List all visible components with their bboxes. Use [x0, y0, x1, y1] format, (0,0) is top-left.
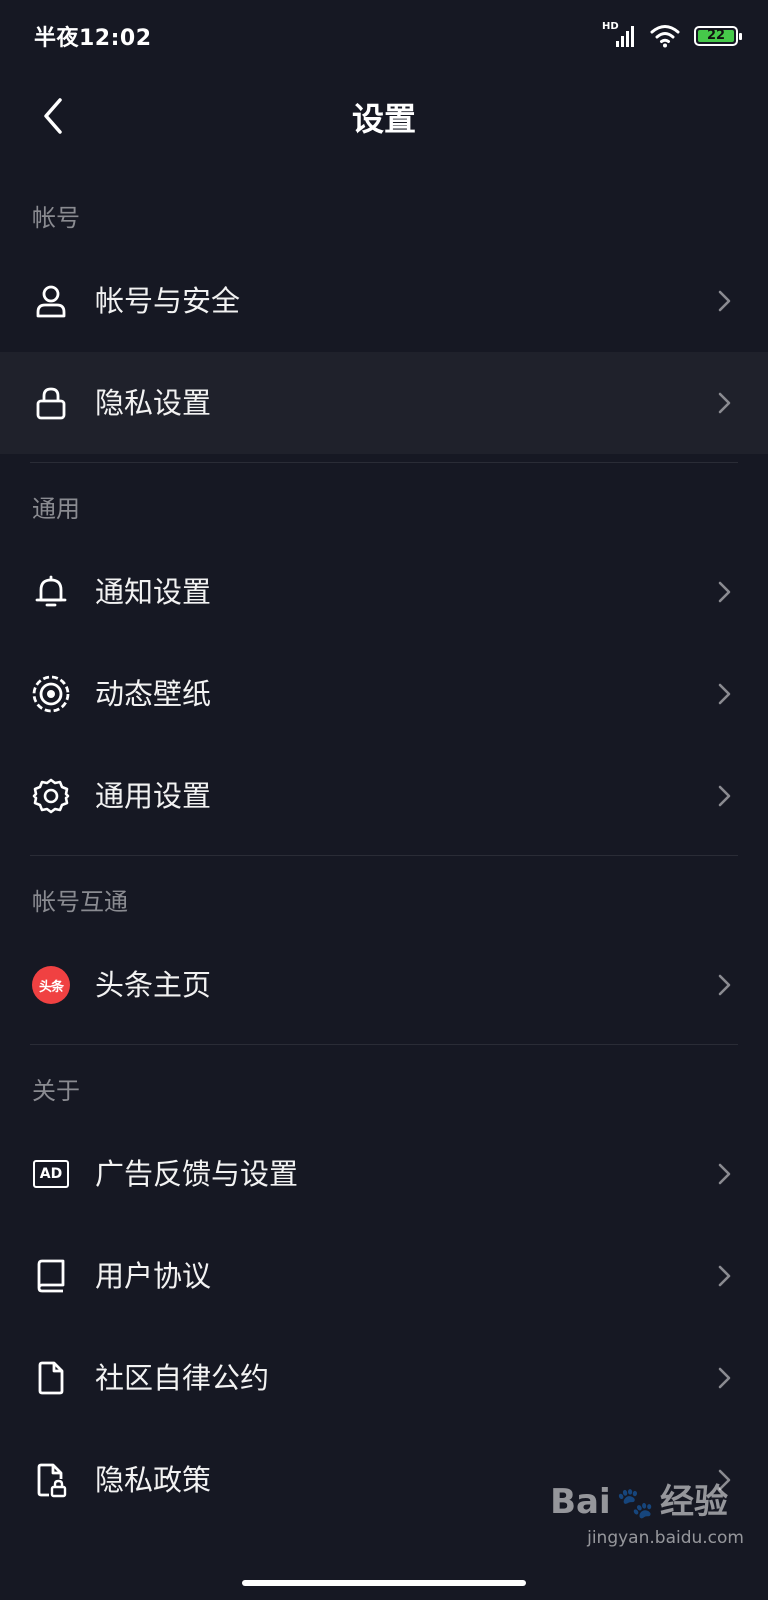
settings-item-general-settings[interactable]: 通用设置	[0, 745, 768, 847]
settings-item-label: 通知设置	[95, 575, 212, 609]
section-divider	[30, 855, 738, 856]
settings-item-label: 隐私设置	[95, 386, 212, 420]
settings-item-user-agreement[interactable]: 用户协议	[0, 1225, 768, 1327]
settings-item-live-wallpaper[interactable]: 动态壁纸	[0, 643, 768, 745]
bell-icon	[31, 572, 71, 612]
settings-item-label: 广告反馈与设置	[95, 1157, 299, 1191]
settings-item-label: 动态壁纸	[95, 677, 212, 711]
chevron-right-icon	[718, 290, 731, 312]
status-time: 半夜12:02	[34, 26, 152, 51]
target-icon	[31, 674, 71, 714]
settings-item-toutiao-homepage[interactable]: 头条 头条主页	[0, 934, 768, 1036]
ad-icon-text: AD	[33, 1160, 69, 1188]
status-icons: HD 22	[602, 21, 742, 50]
section-divider	[30, 1044, 738, 1045]
watermark-brand: Bai	[550, 1482, 611, 1522]
home-indicator[interactable]	[242, 1580, 526, 1586]
chevron-right-icon	[718, 581, 731, 603]
settings-list: 帐号 帐号与安全 隐私设置 通用 通知设置 动态壁纸 通用设置 帐号互通 头条 …	[0, 186, 768, 1531]
paw-icon: 🐾	[616, 1486, 654, 1521]
lock-icon	[31, 383, 71, 423]
privacy-document-icon	[31, 1460, 71, 1500]
book-icon	[31, 1256, 71, 1296]
settings-item-label: 帐号与安全	[95, 284, 241, 318]
settings-item-label: 头条主页	[95, 968, 212, 1002]
section-title-account: 帐号	[32, 204, 80, 232]
settings-item-label: 通用设置	[95, 779, 212, 813]
chevron-right-icon	[718, 1367, 731, 1389]
settings-item-label: 社区自律公约	[95, 1361, 270, 1395]
signal-icon: HD	[602, 21, 636, 49]
settings-item-label: 用户协议	[95, 1259, 212, 1293]
settings-item-account-security[interactable]: 帐号与安全	[0, 250, 768, 352]
nav-bar: 设置	[0, 72, 768, 162]
section-title-general: 通用	[32, 495, 80, 523]
chevron-right-icon	[718, 974, 731, 996]
settings-item-privacy-settings[interactable]: 隐私设置	[0, 352, 768, 454]
section-title-account-linking: 帐号互通	[32, 888, 128, 916]
settings-item-notifications[interactable]: 通知设置	[0, 541, 768, 643]
page-title: 设置	[351, 100, 416, 138]
settings-item-label: 隐私政策	[95, 1463, 212, 1497]
user-icon	[31, 281, 71, 321]
settings-item-ad-feedback[interactable]: AD 广告反馈与设置	[0, 1123, 768, 1225]
chevron-right-icon	[718, 785, 731, 807]
document-icon	[31, 1358, 71, 1398]
baidu-watermark: Bai 🐾 经验	[550, 1474, 728, 1523]
chevron-right-icon	[718, 683, 731, 705]
chevron-right-icon	[718, 1265, 731, 1287]
watermark-brand-suffix: 经验	[660, 1482, 728, 1522]
chevron-right-icon	[718, 392, 731, 414]
ad-icon: AD	[31, 1154, 71, 1194]
battery-level: 22	[706, 28, 726, 43]
status-bar: 半夜12:02 HD 22	[0, 0, 768, 72]
watermark-site: jingyan.baidu.com	[587, 1528, 744, 1548]
toutiao-badge: 头条	[32, 966, 70, 1004]
settings-item-community-convention[interactable]: 社区自律公约	[0, 1327, 768, 1429]
battery-icon: 22	[694, 26, 742, 46]
battery-cap	[739, 33, 742, 40]
gear-icon	[31, 776, 71, 816]
toutiao-icon: 头条	[31, 965, 71, 1005]
section-divider	[30, 462, 738, 463]
wifi-icon	[650, 24, 680, 48]
chevron-right-icon	[718, 1163, 731, 1185]
section-title-about: 关于	[32, 1077, 80, 1105]
